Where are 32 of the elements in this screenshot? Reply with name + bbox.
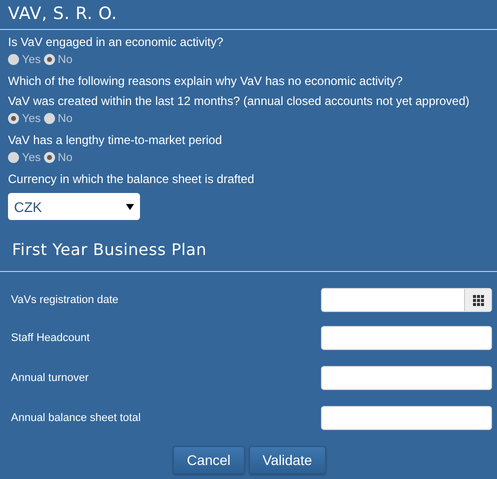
radio-label: Yes: [22, 112, 41, 124]
input-field[interactable]: [321, 326, 492, 350]
field-label: Annual balance sheet total: [11, 412, 141, 424]
radio-label: No: [58, 54, 72, 66]
question-label: Currency in which the balance sheet is drafted: [8, 172, 256, 187]
input-field[interactable]: [321, 406, 492, 430]
currency-dropdown[interactable]: CZK: [8, 193, 140, 220]
field-label: Annual turnover: [11, 372, 89, 384]
input-field[interactable]: [321, 366, 492, 390]
question-label: VaV has a lengthy time-to-market period: [8, 133, 223, 148]
question-label: VaV was created within the last 12 months? (annual closed accounts not yet approved): [8, 94, 470, 109]
radio-label: Yes: [22, 54, 41, 66]
cancel-button[interactable]: Cancel: [172, 446, 245, 474]
section-title: First Year Business Plan: [11, 239, 208, 261]
calendar-grid-icon[interactable]: [472, 294, 484, 306]
question-label: Is VaV engaged in an economic activity?: [8, 35, 224, 50]
field-label: VaVs registration date: [11, 294, 118, 306]
radio-label: No: [58, 152, 72, 164]
field-label: Staff Headcount: [11, 332, 90, 344]
caret-icon: [126, 204, 134, 210]
radio-button[interactable]: [8, 113, 19, 124]
radio-label: Yes: [22, 152, 41, 164]
radio-button[interactable]: [44, 54, 55, 65]
radio-button[interactable]: [44, 113, 55, 124]
validate-button[interactable]: Validate: [248, 446, 326, 474]
page-title: VAV, S. R. O.: [7, 3, 118, 26]
radio-button[interactable]: [8, 54, 19, 65]
question-label: Which of the following reasons explain why VaV has no economic activity?: [8, 74, 404, 89]
radio-label: No: [58, 112, 72, 124]
date-field[interactable]: [321, 288, 492, 312]
radio-button[interactable]: [44, 152, 55, 163]
radio-button[interactable]: [8, 152, 19, 163]
